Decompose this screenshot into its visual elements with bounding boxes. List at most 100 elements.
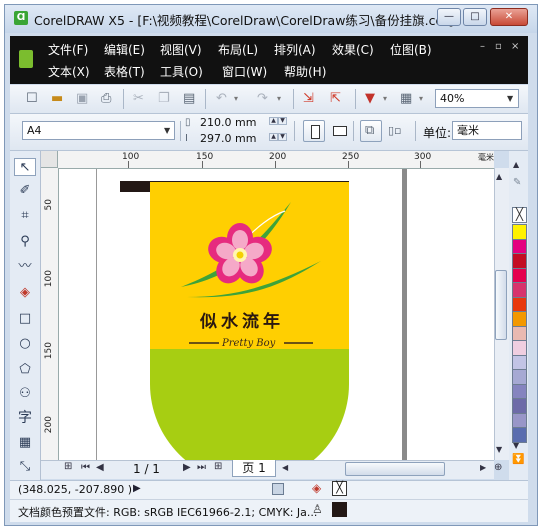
pick-tool-icon[interactable]: ↖ [14, 158, 36, 176]
text-tool-icon[interactable]: 字 [14, 409, 36, 427]
palette-expand-icon[interactable]: ⏬ [512, 454, 524, 465]
snap-icon[interactable] [272, 483, 284, 495]
open-folder-icon[interactable]: ▬ [51, 91, 63, 107]
ruler-tick [275, 161, 276, 168]
all-pages-button[interactable]: ⧉ [360, 120, 382, 142]
scroll-down-icon[interactable]: ▼ [496, 445, 502, 454]
menu-edit[interactable]: 编辑(E) [104, 41, 145, 58]
menu-window[interactable]: 窗口(W) [222, 63, 267, 80]
color-profile-text: 文档颜色预置文件: RGB: sRGB IEC61966-2.1; CMYK: … [18, 506, 318, 519]
landscape-icon[interactable] [333, 126, 347, 136]
chevron-down-icon: ▼ [507, 94, 514, 103]
fill-none-indicator[interactable]: ╳ [332, 481, 347, 496]
paste-icon[interactable]: ▤ [183, 91, 195, 107]
cursor-coordinates: (348.025, -207.890 ) [18, 483, 133, 496]
basic-shapes-tool-icon[interactable]: ⚇ [14, 385, 36, 403]
horizontal-scroll-thumb[interactable] [345, 462, 445, 476]
units-select[interactable]: 毫米 [452, 121, 522, 140]
spin-up-icon[interactable]: ▲ [269, 133, 278, 141]
window-title: CorelDRAW X5 - [F:\视频教程\CorelDraw\CorelD… [34, 13, 454, 28]
menu-help[interactable]: 帮助(H) [284, 63, 326, 80]
doc-restore-icon[interactable]: ▫ [495, 41, 502, 52]
page-height-input[interactable]: 297.0 mm [196, 132, 266, 147]
palette-scroll-down-icon[interactable]: ▼ [513, 441, 519, 450]
menu-table[interactable]: 表格(T) [104, 63, 145, 80]
launcher-dropdown-icon[interactable]: ▾ [383, 91, 387, 107]
welcome-screen-icon[interactable]: ▦ [400, 91, 412, 107]
hscroll-left-icon[interactable]: ◀ [282, 463, 288, 472]
export-icon[interactable]: ⇱ [330, 91, 341, 107]
toolbar-divider [123, 89, 124, 109]
redo-icon[interactable]: ↷ [257, 91, 268, 107]
navigator-icon[interactable]: ⊕ [494, 462, 502, 473]
menu-effects[interactable]: 效果(C) [332, 41, 374, 58]
last-page-icon[interactable]: ⏭ [197, 462, 206, 473]
zoom-tool-icon[interactable]: ⚲ [14, 233, 36, 251]
undo-dropdown-icon[interactable]: ▾ [234, 91, 238, 107]
paper-size-select[interactable]: A4 [22, 121, 175, 140]
hscroll-right-icon[interactable]: ▶ [480, 463, 486, 472]
ellipse-tool-icon[interactable]: ○ [14, 335, 36, 353]
spin-down-icon[interactable]: ▼ [278, 117, 287, 125]
menu-tools[interactable]: 工具(O) [160, 63, 203, 80]
no-fill-swatch[interactable]: ╳ [512, 207, 527, 223]
toolbar-divider [294, 121, 295, 141]
page-width-input[interactable]: 210.0 mm [196, 116, 266, 131]
shape-tool-icon[interactable]: ✐ [14, 182, 36, 200]
drawing-canvas[interactable]: 似水流年 Pretty Boy [59, 169, 494, 460]
eyedropper-icon[interactable]: ✎ [513, 177, 521, 188]
ruler-origin[interactable] [41, 151, 58, 168]
add-page-after-icon[interactable]: ⊞ [214, 461, 222, 472]
options-dropdown-icon[interactable]: ▾ [419, 91, 423, 107]
doc-close-icon[interactable]: × [511, 41, 519, 52]
crop-tool-icon[interactable]: ⌗ [14, 207, 36, 225]
undo-icon[interactable]: ↶ [216, 91, 227, 107]
vertical-scroll-thumb[interactable] [495, 270, 507, 340]
freehand-tool-icon[interactable]: 〰 [14, 258, 36, 276]
outline-color-indicator[interactable] [332, 502, 347, 517]
spin-up-icon[interactable]: ▲ [269, 117, 278, 125]
page-tab[interactable]: 页 1 [232, 460, 276, 477]
page-height-icon: I [185, 133, 188, 144]
print-icon[interactable]: ⎙ [101, 91, 111, 107]
banner-artwork[interactable]: 似水流年 Pretty Boy [59, 169, 494, 460]
ruler-tick [202, 161, 203, 168]
smart-fill-tool-icon[interactable]: ◈ [14, 284, 36, 302]
menu-file[interactable]: 文件(F) [48, 41, 88, 58]
dimension-tool-icon[interactable]: ⤡ [14, 458, 36, 476]
scroll-up-icon[interactable]: ▲ [496, 172, 502, 181]
previous-page-icon[interactable]: ◀ [96, 462, 104, 473]
application-launcher-icon[interactable]: ▼ [365, 91, 375, 107]
all-pages-icon: ⧉ [365, 123, 375, 138]
spin-down-icon[interactable]: ▼ [278, 133, 287, 141]
redo-dropdown-icon[interactable]: ▾ [277, 91, 281, 107]
menu-text[interactable]: 文本(X) [48, 63, 90, 80]
toolbar-divider [205, 89, 206, 109]
cut-icon[interactable]: ✂ [133, 91, 144, 107]
add-page-before-icon[interactable]: ⊞ [64, 461, 72, 472]
doc-minimize-icon[interactable]: – [480, 41, 485, 52]
ruler-label: 200 [44, 416, 54, 434]
copy-icon[interactable]: ❐ [158, 91, 170, 107]
next-page-icon[interactable]: ▶ [183, 462, 191, 473]
first-page-icon[interactable]: ⏮ [81, 462, 90, 473]
portrait-button[interactable] [303, 120, 325, 142]
menu-view[interactable]: 视图(V) [160, 41, 202, 58]
ruler-label: 200 [269, 152, 287, 162]
menu-bitmaps[interactable]: 位图(B) [390, 41, 432, 58]
palette-scroll-up-icon[interactable]: ▲ [513, 160, 519, 169]
import-icon[interactable]: ⇲ [303, 91, 314, 107]
minimize-button[interactable]: — [437, 8, 461, 26]
status-expand-icon[interactable]: ▶ [133, 483, 141, 494]
maximize-button[interactable]: □ [463, 8, 487, 26]
current-page-icon[interactable]: ▯▫ [388, 123, 402, 139]
menu-arrange[interactable]: 排列(A) [274, 41, 316, 58]
polygon-tool-icon[interactable]: ⬠ [14, 361, 36, 379]
save-icon[interactable]: ▣ [76, 91, 88, 107]
toolbar-divider [415, 121, 416, 141]
rectangle-tool-icon[interactable]: □ [14, 310, 36, 328]
table-tool-icon[interactable]: ▦ [14, 434, 36, 452]
menu-layout[interactable]: 布局(L) [218, 41, 258, 58]
new-document-icon[interactable]: ☐ [26, 91, 38, 107]
close-button[interactable]: ✕ [490, 8, 528, 26]
